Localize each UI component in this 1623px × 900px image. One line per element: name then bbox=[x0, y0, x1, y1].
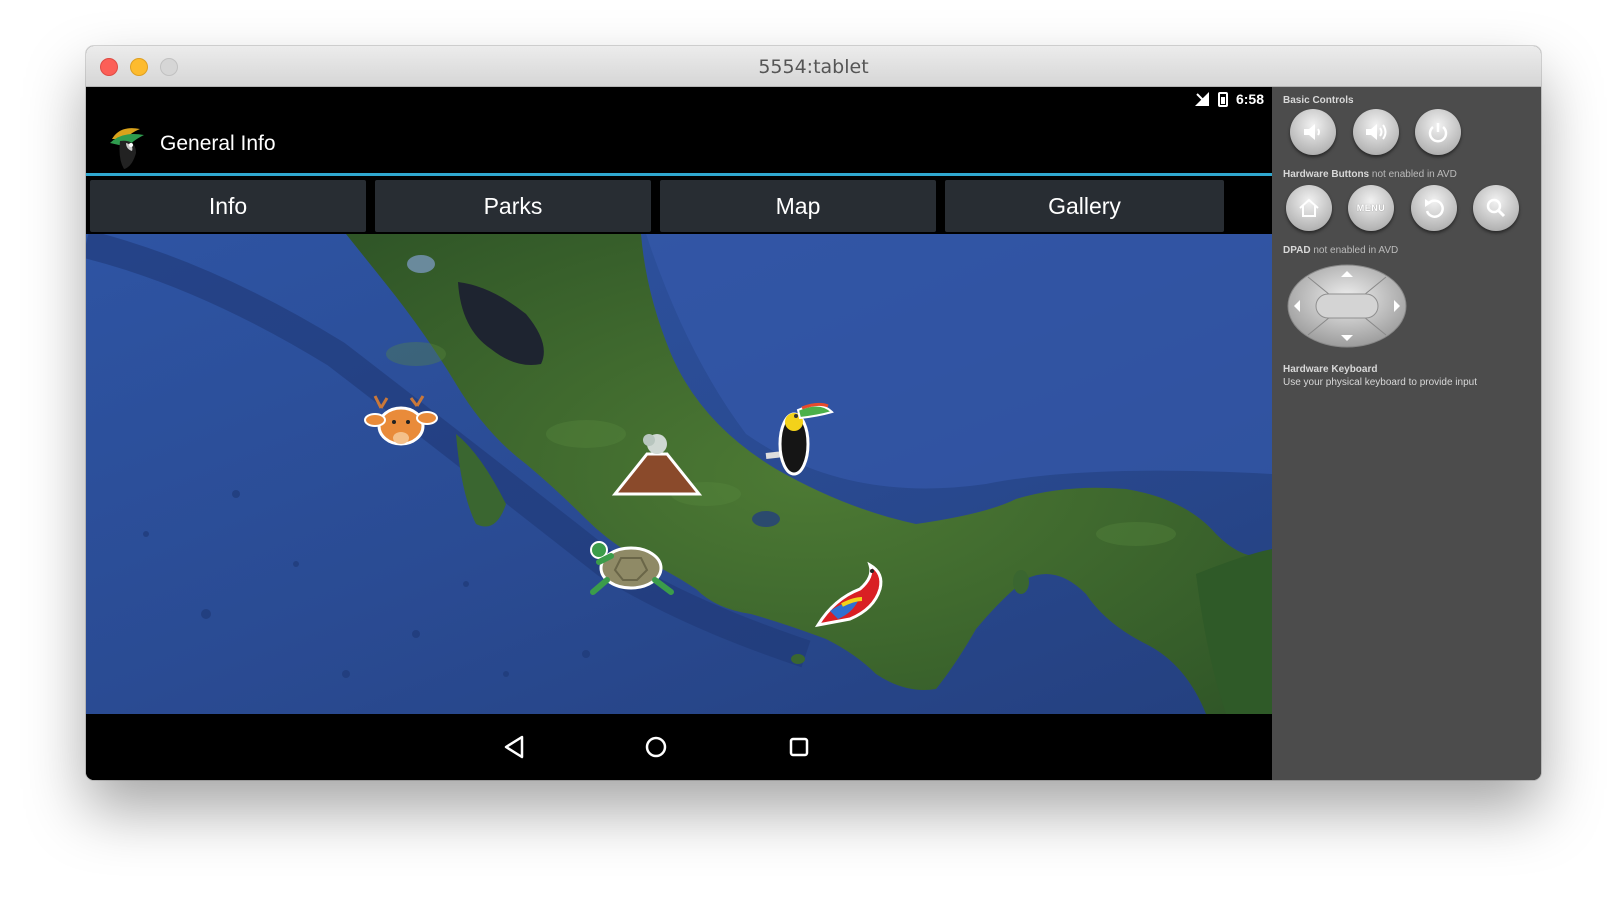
search-hardware-button[interactable] bbox=[1473, 185, 1519, 231]
action-bar: General Info bbox=[86, 115, 1272, 173]
page-title: General Info bbox=[160, 132, 276, 155]
emulator-window: 5554:tablet 6:58 General Info Info Parks bbox=[86, 46, 1541, 780]
volume-down-icon bbox=[1304, 124, 1320, 140]
power-button[interactable] bbox=[1415, 109, 1461, 155]
tab-map[interactable]: Map bbox=[660, 180, 936, 232]
dpad-control[interactable] bbox=[1286, 263, 1408, 349]
power-icon bbox=[1428, 123, 1448, 143]
device-screen: 6:58 General Info Info Parks Map Gallery bbox=[86, 87, 1272, 780]
menu-hardware-button[interactable]: MENU bbox=[1348, 185, 1394, 231]
search-icon bbox=[1486, 198, 1506, 218]
map-marker-sea-turtle[interactable] bbox=[581, 536, 679, 598]
map-marker-toucan[interactable] bbox=[758, 394, 836, 490]
tab-gallery[interactable]: Gallery bbox=[945, 180, 1224, 232]
battery-icon bbox=[1217, 91, 1228, 107]
signal-icon bbox=[1194, 92, 1209, 106]
tab-info[interactable]: Info bbox=[90, 180, 366, 232]
home-hardware-button[interactable] bbox=[1286, 185, 1332, 231]
recent-apps-icon[interactable] bbox=[784, 732, 814, 762]
hardware-keyboard-info: Hardware Keyboard Use your physical keyb… bbox=[1283, 364, 1477, 388]
app-logo-icon[interactable] bbox=[106, 119, 152, 171]
tab-bar: Info Parks Map Gallery bbox=[86, 176, 1272, 234]
volume-up-icon bbox=[1366, 124, 1387, 140]
map-marker-scarlet-macaw[interactable] bbox=[804, 559, 894, 633]
back-icon[interactable] bbox=[500, 732, 530, 762]
map-marker-deer[interactable] bbox=[361, 394, 441, 460]
map-marker-volcano[interactable] bbox=[611, 432, 703, 498]
volume-up-button[interactable] bbox=[1353, 109, 1399, 155]
back-hardware-button[interactable] bbox=[1411, 185, 1457, 231]
home-icon[interactable] bbox=[641, 732, 671, 762]
emulator-controls-panel: Basic Controls Hardware Buttons not enab… bbox=[1272, 87, 1541, 780]
tab-parks[interactable]: Parks bbox=[375, 180, 651, 232]
navigation-bar bbox=[86, 714, 1272, 780]
hardware-buttons-label: Hardware Buttons not enabled in AVD bbox=[1283, 169, 1457, 180]
undo-icon bbox=[1425, 199, 1444, 218]
status-bar: 6:58 bbox=[86, 87, 1272, 115]
house-icon bbox=[1299, 198, 1319, 217]
volume-down-button[interactable] bbox=[1290, 109, 1336, 155]
satellite-map[interactable] bbox=[86, 234, 1272, 714]
window-titlebar: 5554:tablet bbox=[86, 46, 1541, 87]
dpad-label: DPAD not enabled in AVD bbox=[1283, 245, 1399, 256]
window-title: 5554:tablet bbox=[758, 56, 869, 78]
menu-button-label: MENU bbox=[1356, 203, 1386, 213]
basic-controls-label: Basic Controls bbox=[1283, 95, 1354, 106]
status-time: 6:58 bbox=[1235, 91, 1264, 107]
